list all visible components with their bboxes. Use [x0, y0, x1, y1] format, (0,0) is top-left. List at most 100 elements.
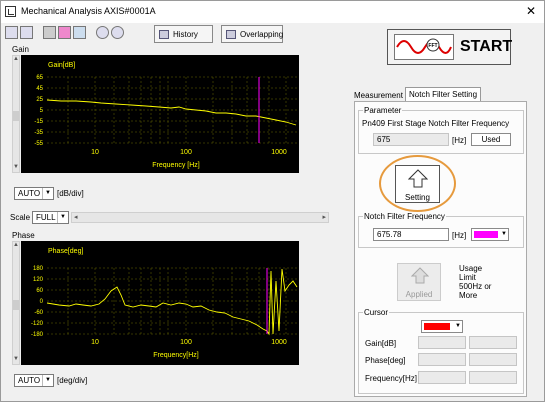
chevron-down-icon[interactable]: ▼	[501, 229, 507, 240]
cursor-frequency-field-a	[418, 371, 466, 384]
print-icon[interactable]	[20, 26, 33, 39]
x-tick: 1000	[271, 149, 287, 156]
scale-value: FULL	[36, 213, 56, 222]
scroll-up-icon[interactable]: ▲	[13, 56, 19, 64]
setting-button[interactable]: Setting	[395, 165, 440, 203]
phase-scale-value: AUTO	[18, 376, 41, 385]
phase-scale-unit: [deg/div]	[57, 376, 88, 385]
cursor-phase-label: Phase[deg]	[365, 356, 406, 365]
gain-scale-value: AUTO	[18, 189, 41, 198]
notch-color-select[interactable]: ▼	[471, 228, 509, 241]
setting-label: Setting	[405, 193, 430, 202]
y-tick: -15	[34, 119, 43, 125]
gain-plot-title: Gain[dB]	[48, 62, 75, 69]
y-tick: 65	[36, 75, 43, 81]
arrow-up-icon	[411, 267, 429, 284]
history-label: History	[173, 29, 198, 39]
x-tick: 1000	[271, 339, 287, 346]
gain-vertical-scrollbar[interactable]: ▲ ▼	[12, 55, 20, 173]
overlapping-button[interactable]: Overlapping	[221, 25, 283, 43]
arrow-up-icon	[408, 169, 428, 188]
y-tick: 120	[33, 277, 44, 283]
chevron-down-icon[interactable]: ▼	[455, 321, 461, 332]
app-icon	[5, 6, 16, 17]
applied-label: Applied	[405, 290, 433, 299]
zoom-out-icon[interactable]	[111, 26, 124, 39]
usage-line: Usage	[459, 264, 483, 273]
horizontal-scrollbar[interactable]: ◂ ▸	[71, 212, 329, 223]
phase-plot-title: Phase[deg]	[48, 248, 83, 255]
phase-plot: Phase[deg] 180 120 60 0 -60 -120 -180 10…	[21, 241, 299, 365]
chevron-down-icon[interactable]: ▼	[42, 188, 53, 199]
save-icon[interactable]	[5, 26, 18, 39]
notch-filter-panel: Parameter Pn409 First Stage Notch Filter…	[354, 101, 527, 397]
usage-line: 500Hz or	[459, 282, 492, 291]
scale-select[interactable]: FULL ▼	[32, 211, 69, 224]
y-tick: -35	[34, 130, 43, 136]
cursor-frequency-field-b	[469, 371, 517, 384]
phase-vertical-scrollbar[interactable]: ▲ ▼	[12, 241, 20, 365]
x-tick: 100	[180, 339, 192, 346]
phase-y-ticks: 180 120 60 0 -60 -120 -180	[31, 266, 44, 338]
mechanical-analysis-window: Mechanical Analysis AXIS#0001A ✕ History…	[0, 0, 545, 402]
history-icon	[159, 30, 169, 39]
cursor-group: Cursor ▼ Gain[dB] Phase[deg] Frequency[H…	[358, 308, 524, 394]
cursor-frequency-label: Frequency[Hz]	[365, 374, 418, 383]
scroll-right-icon[interactable]: ▸	[322, 213, 326, 221]
start-button[interactable]: FFT START	[387, 29, 513, 65]
scroll-down-icon[interactable]: ▼	[13, 164, 19, 172]
marker-icon[interactable]	[73, 26, 86, 39]
x-tick: 10	[91, 339, 99, 346]
notch-frequency-field[interactable]: 675.78	[373, 228, 449, 241]
title-bar: Mechanical Analysis AXIS#0001A ✕	[1, 1, 544, 23]
overlapping-label: Overlapping	[240, 29, 284, 39]
scroll-down-icon[interactable]: ▼	[13, 356, 19, 364]
parameter-group: Parameter Pn409 First Stage Notch Filter…	[358, 106, 524, 154]
scroll-thumb[interactable]	[13, 111, 19, 121]
parameter-description: Pn409 First Stage Notch Filter Frequency	[362, 119, 510, 128]
tab-notch-filter-setting[interactable]: Notch Filter Setting	[405, 87, 482, 102]
cursor-color-select[interactable]: ▼	[421, 320, 463, 333]
y-tick: 60	[36, 288, 43, 294]
scroll-left-icon[interactable]: ◂	[74, 213, 78, 221]
fft-icon: FFT	[394, 34, 454, 60]
cursor-phase-field-b	[469, 353, 517, 366]
cursor-phase-field-a	[418, 353, 466, 366]
close-icon[interactable]: ✕	[526, 4, 536, 18]
phase-panel-title: Phase	[12, 231, 35, 240]
cursor-group-title: Cursor	[363, 308, 390, 317]
y-tick: 0	[40, 299, 44, 305]
notch-frequency-value: 675.78	[377, 230, 402, 239]
chart-icon[interactable]	[43, 26, 56, 39]
y-tick: 45	[36, 86, 43, 92]
notch-frequency-title: Notch Filter Frequency	[363, 212, 446, 221]
applied-button: Applied	[397, 263, 441, 301]
phase-x-label: Frequency[Hz]	[153, 352, 199, 359]
y-tick: -60	[34, 310, 43, 316]
y-tick: 180	[33, 266, 44, 272]
chevron-down-icon[interactable]: ▼	[42, 375, 53, 386]
phase-grid	[47, 267, 297, 335]
gain-scale-select[interactable]: AUTO ▼	[14, 187, 54, 200]
start-label: START	[460, 38, 513, 55]
zoom-in-icon[interactable]	[96, 26, 109, 39]
cursor-gain-field-b	[469, 336, 517, 349]
phase-scale-select[interactable]: AUTO ▼	[14, 374, 54, 387]
parameter-value-field: 675	[373, 133, 449, 146]
magenta-swatch	[474, 231, 498, 238]
gain-panel-title: Gain	[12, 45, 29, 54]
scale-label: Scale	[10, 213, 31, 222]
usage-note: Usage Limit 500Hz or More	[459, 264, 491, 300]
notch-frequency-unit: [Hz]	[452, 231, 467, 240]
y-tick: -180	[31, 332, 44, 338]
cursor-gain-label: Gain[dB]	[365, 339, 397, 348]
history-button[interactable]: History	[154, 25, 213, 43]
chart-color-icon[interactable]	[58, 26, 71, 39]
used-label: Used	[481, 135, 501, 144]
scroll-thumb[interactable]	[13, 300, 19, 310]
gain-scale-unit: [dB/div]	[57, 189, 84, 198]
y-tick: -55	[34, 141, 43, 147]
y-tick: 5	[40, 108, 44, 114]
chevron-down-icon[interactable]: ▼	[57, 212, 68, 223]
scroll-up-icon[interactable]: ▲	[13, 242, 19, 250]
